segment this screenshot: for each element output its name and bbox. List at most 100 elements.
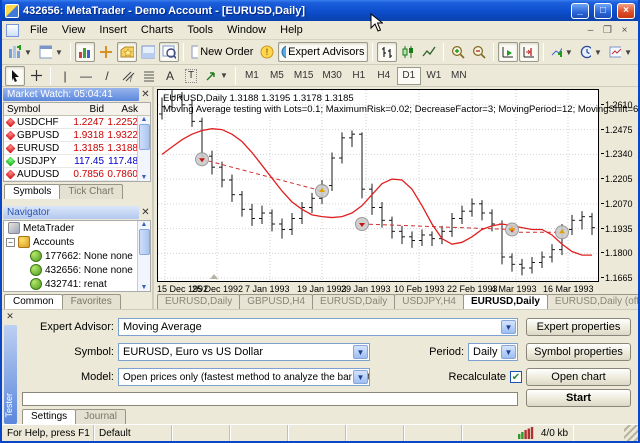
column-ask[interactable]: Ask xyxy=(104,104,140,115)
table-row-eurusd[interactable]: EURUSD1.31851.3188 xyxy=(4,142,150,155)
open-chart-button[interactable]: Open chart xyxy=(526,368,631,386)
fibonacci-tool-button[interactable] xyxy=(139,66,159,86)
period-select[interactable]: Daily ▼ xyxy=(468,343,518,361)
scroll-up-icon[interactable]: ▲ xyxy=(141,116,148,123)
strategy-tester-toggle-button[interactable] xyxy=(159,42,179,62)
timeframe-button-m15[interactable]: M15 xyxy=(290,67,317,85)
market-watch-scrollbar[interactable]: ▲ ▼ xyxy=(137,116,150,181)
table-row-audusd[interactable]: AUDUSD0.78560.7860 xyxy=(4,168,150,181)
scroll-down-icon[interactable]: ▼ xyxy=(141,284,148,291)
terminal-toggle-button[interactable] xyxy=(138,42,158,62)
chart-shift-button[interactable] xyxy=(519,42,539,62)
arrows-tool-button[interactable]: ▼ xyxy=(202,66,231,86)
chevron-down-icon[interactable]: ▼ xyxy=(353,345,368,359)
tab-tick-chart[interactable]: Tick Chart xyxy=(59,184,122,199)
tree-item-account[interactable]: 432741: renat xyxy=(4,277,150,291)
text-label-tool-button[interactable]: T xyxy=(181,66,201,86)
tester-close-icon[interactable]: ✕ xyxy=(4,311,16,323)
timeframe-button-d1[interactable]: D1 xyxy=(397,67,421,85)
new-chart-button[interactable]: ▼ xyxy=(5,42,35,62)
chart-tab-4[interactable]: EURUSD,Daily xyxy=(463,294,548,309)
symbol-select[interactable]: EURUSD, Euro vs US Dollar ▼ xyxy=(118,343,370,361)
bar-chart-mode-button[interactable] xyxy=(377,42,397,62)
tab-symbols[interactable]: Symbols xyxy=(4,184,60,199)
resize-grip[interactable] xyxy=(624,425,638,441)
menu-item-tools[interactable]: Tools xyxy=(180,22,220,38)
expert-advisor-select[interactable]: Moving Average ▼ xyxy=(118,318,518,336)
timeframe-button-w1[interactable]: W1 xyxy=(422,67,446,85)
table-row-usdchf[interactable]: USDCHF1.22471.2252 xyxy=(4,116,150,129)
timeframe-button-m30[interactable]: M30 xyxy=(318,67,345,85)
timeframe-button-m5[interactable]: M5 xyxy=(265,67,289,85)
menu-item-file[interactable]: File xyxy=(23,22,55,38)
menu-item-view[interactable]: View xyxy=(55,22,93,38)
tree-item-accounts[interactable]: − Accounts xyxy=(4,235,150,249)
chart-plot-area[interactable]: EURUSD,Daily 1.3188 1.3195 1.3178 1.3185… xyxy=(157,89,599,282)
candlestick-mode-button[interactable] xyxy=(398,42,418,62)
tree-item-account[interactable]: 432656: None none xyxy=(4,263,150,277)
table-row-usdjpy[interactable]: USDJPY117.45117.48 xyxy=(4,155,150,168)
timeframe-button-m1[interactable]: M1 xyxy=(240,67,264,85)
collapse-icon[interactable]: − xyxy=(6,238,15,247)
recalculate-checkbox[interactable]: ✔ xyxy=(510,371,522,383)
tab-settings[interactable]: Settings xyxy=(22,409,76,424)
status-profile[interactable]: Default xyxy=(94,425,172,441)
market-watch-close-icon[interactable]: ✕ xyxy=(139,88,152,101)
navigator-toggle-button[interactable] xyxy=(117,42,137,62)
market-watch-toggle-button[interactable] xyxy=(75,42,95,62)
tab-journal[interactable]: Journal xyxy=(75,409,126,424)
symbol-properties-button[interactable]: Symbol properties xyxy=(526,343,631,361)
vertical-line-tool-button[interactable]: | xyxy=(55,66,75,86)
chart-tab-0[interactable]: EURUSD,Daily xyxy=(157,294,240,309)
indicators-button[interactable]: ▼ xyxy=(548,42,576,62)
menu-item-help[interactable]: Help xyxy=(273,22,310,38)
data-window-button[interactable] xyxy=(96,42,116,62)
chart-tab-1[interactable]: GBPUSD,H4 xyxy=(239,294,313,309)
expert-advisors-button[interactable]: Expert Advisors xyxy=(278,42,367,62)
maximize-button[interactable]: □ xyxy=(594,3,612,19)
timeframe-button-h1[interactable]: H1 xyxy=(347,67,371,85)
auto-scroll-button[interactable] xyxy=(498,42,518,62)
cursor-tool-button[interactable] xyxy=(5,66,25,86)
channel-tool-button[interactable]: f xyxy=(118,66,138,86)
start-button[interactable]: Start xyxy=(526,389,631,407)
chevron-down-icon[interactable]: ▼ xyxy=(353,370,368,384)
new-order-button[interactable]: New Order xyxy=(188,42,256,62)
crosshair-tool-button[interactable] xyxy=(26,66,46,86)
mdi-minimize-button[interactable]: – xyxy=(583,24,598,37)
close-button[interactable]: × xyxy=(617,3,635,19)
menu-item-insert[interactable]: Insert xyxy=(92,22,134,38)
scroll-thumb[interactable] xyxy=(139,124,150,150)
chart-tab-5[interactable]: EURUSD,Daily (offline) xyxy=(547,294,640,309)
menu-item-window[interactable]: Window xyxy=(220,22,273,38)
mdi-close-button[interactable]: × xyxy=(617,24,632,37)
column-symbol[interactable]: Symbol xyxy=(4,104,66,115)
menu-item-charts[interactable]: Charts xyxy=(134,22,180,38)
tree-item-metatrader[interactable]: MetaTrader xyxy=(4,221,150,235)
chart-tab-2[interactable]: EURUSD,Daily xyxy=(312,294,395,309)
line-chart-mode-button[interactable] xyxy=(419,42,439,62)
minimize-button[interactable]: _ xyxy=(571,3,589,19)
tree-item-account[interactable]: 177662: None none xyxy=(4,249,150,263)
periods-button[interactable]: ▼ xyxy=(577,42,605,62)
profiles-button[interactable]: ▼ xyxy=(36,42,66,62)
tab-common[interactable]: Common xyxy=(4,294,63,309)
navigator-scrollbar[interactable]: ▲ ▼ xyxy=(137,221,150,291)
model-select[interactable]: Open prices only (fastest method to anal… xyxy=(118,368,370,386)
chevron-down-icon[interactable]: ▼ xyxy=(501,345,516,359)
timeframe-button-h4[interactable]: H4 xyxy=(372,67,396,85)
metaeditor-button[interactable]: ! xyxy=(257,42,277,62)
zoom-out-button[interactable] xyxy=(469,42,489,62)
tab-favorites[interactable]: Favorites xyxy=(62,294,121,309)
chevron-down-icon[interactable]: ▼ xyxy=(501,320,516,334)
zoom-in-button[interactable] xyxy=(448,42,468,62)
expert-properties-button[interactable]: Expert properties xyxy=(526,318,631,336)
timeframe-button-mn[interactable]: MN xyxy=(447,67,471,85)
navigator-close-icon[interactable]: ✕ xyxy=(139,206,152,219)
trendline-tool-button[interactable]: / xyxy=(97,66,117,86)
table-row-gbpusd[interactable]: GBPUSD1.93181.9322 xyxy=(4,129,150,142)
templates-button[interactable]: ▼ xyxy=(606,42,635,62)
chart-tab-3[interactable]: USDJPY,H4 xyxy=(394,294,464,309)
scroll-thumb[interactable] xyxy=(139,229,150,255)
text-tool-button[interactable]: A xyxy=(160,66,180,86)
